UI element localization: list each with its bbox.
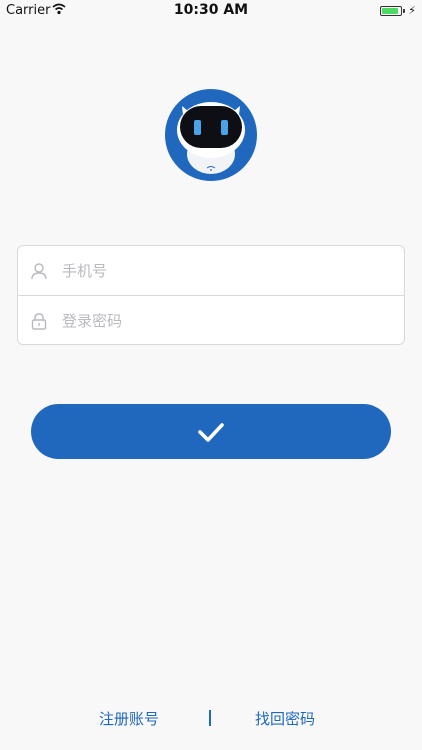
link-separator (209, 710, 211, 726)
login-submit-button[interactable] (31, 404, 391, 459)
battery-icon (380, 5, 403, 16)
robot-logo-icon (165, 89, 257, 181)
bottom-links: 注册账号 找回密码 (0, 706, 422, 730)
login-form (17, 245, 405, 345)
phone-field-row (18, 246, 404, 295)
charging-icon: ⚡ (408, 4, 416, 17)
password-field-row (18, 296, 404, 345)
register-link[interactable]: 注册账号 (99, 708, 159, 729)
lock-icon (31, 312, 47, 330)
forgot-password-link[interactable]: 找回密码 (255, 708, 315, 729)
clock: 10:30 AM (173, 2, 249, 18)
checkmark-icon (198, 422, 224, 442)
user-icon (31, 262, 47, 279)
phone-input[interactable] (60, 260, 364, 281)
password-input[interactable] (60, 310, 364, 331)
battery-indicator: ⚡ (380, 4, 416, 17)
status-bar: Carrier 10:30 AM ⚡ (0, 0, 422, 22)
